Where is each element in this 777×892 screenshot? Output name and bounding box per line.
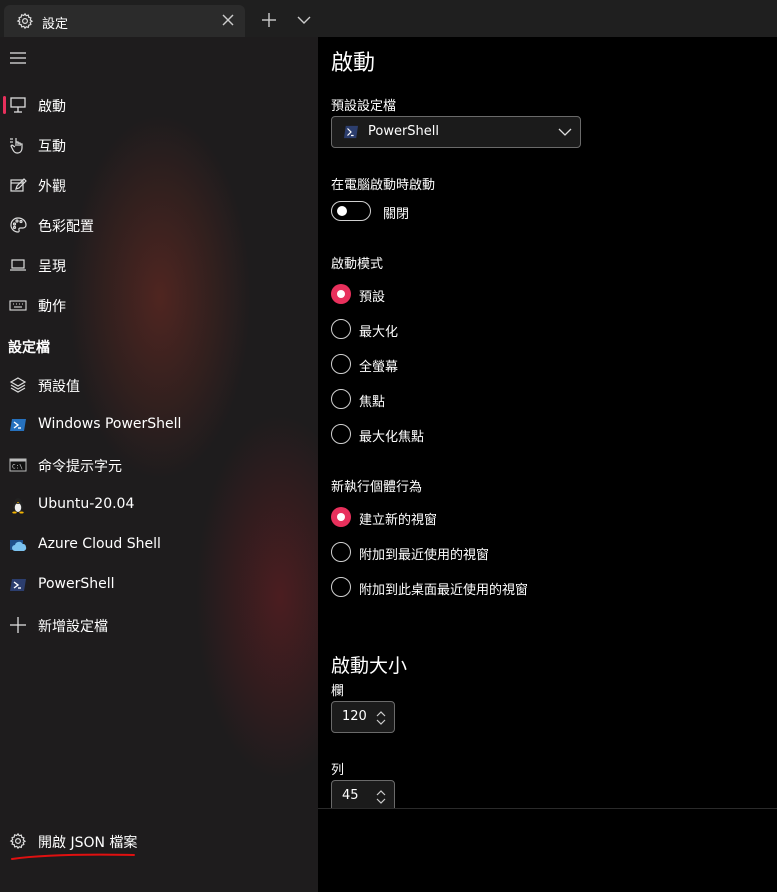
close-icon[interactable]: [219, 11, 237, 29]
columns-value: 120: [342, 709, 367, 724]
monitor-icon: [10, 97, 26, 113]
keyboard-icon: [9, 300, 27, 311]
toggle-state-text: 關閉: [383, 207, 410, 222]
radio-attach-recent-window[interactable]: [331, 542, 351, 562]
sidebar-item-interaction[interactable]: 互動: [0, 127, 318, 163]
sidebar-item-rendering[interactable]: 呈現: [0, 247, 318, 283]
page-title: 啟動: [331, 51, 376, 76]
palette-icon: [10, 217, 27, 233]
profiles-header: 設定檔: [8, 340, 50, 356]
powershell-icon: [10, 579, 26, 591]
sidebar-item-ubuntu[interactable]: Ubuntu-20.04: [0, 487, 318, 523]
plus-icon[interactable]: [258, 9, 280, 31]
columns-label: 欄: [331, 684, 345, 699]
sidebar-item-appearance[interactable]: 外觀: [0, 167, 318, 203]
chevron-down-icon[interactable]: [295, 11, 313, 29]
rows-value: 45: [342, 788, 359, 803]
radio-attach-recent-desktop-window[interactable]: [331, 577, 351, 597]
sidebar-item-color-schemes[interactable]: 色彩配置: [0, 207, 318, 243]
sidebar-item-label: 呈現: [38, 259, 66, 275]
sidebar-item-label: 外觀: [38, 179, 66, 195]
sidebar-item-label: 預設值: [38, 379, 80, 395]
azure-cloud-icon: [10, 540, 27, 552]
svg-text:C:\: C:\: [12, 464, 23, 471]
radio-label: 最大化焦點: [359, 430, 425, 445]
chevron-down-icon: [558, 128, 572, 136]
radio-launch-mode-fullscreen[interactable]: [331, 354, 351, 374]
sidebar-item-actions[interactable]: 動作: [0, 287, 318, 323]
radio-launch-mode-maximized-focus[interactable]: [331, 424, 351, 444]
columns-number-input[interactable]: 120: [331, 701, 395, 733]
gear-icon: [9, 832, 27, 850]
radio-launch-mode-focus[interactable]: [331, 389, 351, 409]
launch-on-startup-label: 在電腦啟動時啟動: [331, 178, 436, 193]
sidebar-item-label: PowerShell: [38, 576, 115, 592]
hand-pointer-icon: [10, 138, 23, 154]
default-profile-label: 預設設定檔: [331, 99, 397, 114]
spinner-icon[interactable]: [375, 710, 387, 726]
sidebar-item-label: 新增設定檔: [38, 619, 108, 635]
sidebar-item-label: Windows PowerShell: [38, 416, 182, 432]
default-profile-value: PowerShell: [368, 124, 440, 139]
laptop-icon: [10, 259, 26, 271]
radio-launch-mode-default[interactable]: [331, 284, 351, 304]
plus-icon: [10, 617, 26, 633]
radio-label: 附加到最近使用的視窗: [359, 548, 490, 563]
settings-tab[interactable]: 設定: [4, 5, 245, 37]
cmd-icon: C:\: [9, 458, 27, 472]
main-content: 啟動 預設設定檔 PowerShell 在電腦啟動時啟動 關閉 啟動模式 預設 …: [318, 37, 777, 812]
sidebar-item-add-profile[interactable]: 新增設定檔: [0, 607, 318, 643]
sidebar-item-defaults[interactable]: 預設值: [0, 367, 318, 403]
layers-icon: [9, 377, 27, 393]
powershell-icon: [344, 125, 358, 139]
sidebar-item-label: Azure Cloud Shell: [38, 536, 161, 552]
sidebar-item-label: 色彩配置: [38, 219, 94, 235]
launch-mode-label: 啟動模式: [331, 257, 384, 272]
sidebar-item-label: 命令提示字元: [38, 459, 122, 475]
powershell-icon: [10, 419, 26, 431]
edit-window-icon: [10, 178, 27, 192]
radio-label: 全螢幕: [359, 360, 399, 375]
radio-label: 預設: [359, 290, 386, 305]
red-underline-annotation: [11, 853, 135, 860]
sidebar-item-command-prompt[interactable]: C:\ 命令提示字元: [0, 447, 318, 483]
sidebar-item-powershell[interactable]: PowerShell: [0, 567, 318, 603]
radio-launch-mode-maximized[interactable]: [331, 319, 351, 339]
sidebar-item-launch[interactable]: 啟動: [0, 87, 318, 123]
sidebar-item-label: 互動: [38, 139, 66, 155]
launch-on-startup-toggle[interactable]: [331, 201, 371, 221]
sidebar-item-label: 動作: [38, 299, 66, 315]
hamburger-icon[interactable]: [9, 51, 27, 65]
radio-label: 建立新的視窗: [359, 513, 438, 528]
radio-label: 焦點: [359, 395, 386, 410]
default-profile-select[interactable]: PowerShell: [331, 116, 581, 148]
bottom-bar: [318, 808, 777, 892]
tux-icon: [12, 498, 24, 514]
spinner-icon[interactable]: [375, 789, 387, 805]
sidebar-item-windows-powershell[interactable]: Windows PowerShell: [0, 407, 318, 443]
toggle-knob: [337, 206, 347, 216]
launch-size-heading: 啟動大小: [331, 655, 408, 677]
rows-label: 列: [331, 763, 345, 778]
open-json-label: 開啟 JSON 檔案: [38, 835, 138, 851]
radio-label: 最大化: [359, 325, 399, 340]
radio-label: 附加到此桌面最近使用的視窗: [359, 583, 529, 598]
sidebar-item-label: Ubuntu-20.04: [38, 496, 135, 512]
new-instance-label: 新執行個體行為: [331, 480, 423, 495]
sidebar-item-azure-cloud-shell[interactable]: Azure Cloud Shell: [0, 527, 318, 563]
gear-icon: [16, 12, 34, 30]
sidebar-item-label: 啟動: [38, 99, 66, 115]
radio-new-window[interactable]: [331, 507, 351, 527]
title-bar: 設定: [0, 0, 777, 37]
tab-title: 設定: [42, 17, 69, 32]
sidebar: 啟動 互動 外觀 色彩配置 呈現 動作 設定檔 預設值 Windows Powe…: [0, 37, 318, 892]
